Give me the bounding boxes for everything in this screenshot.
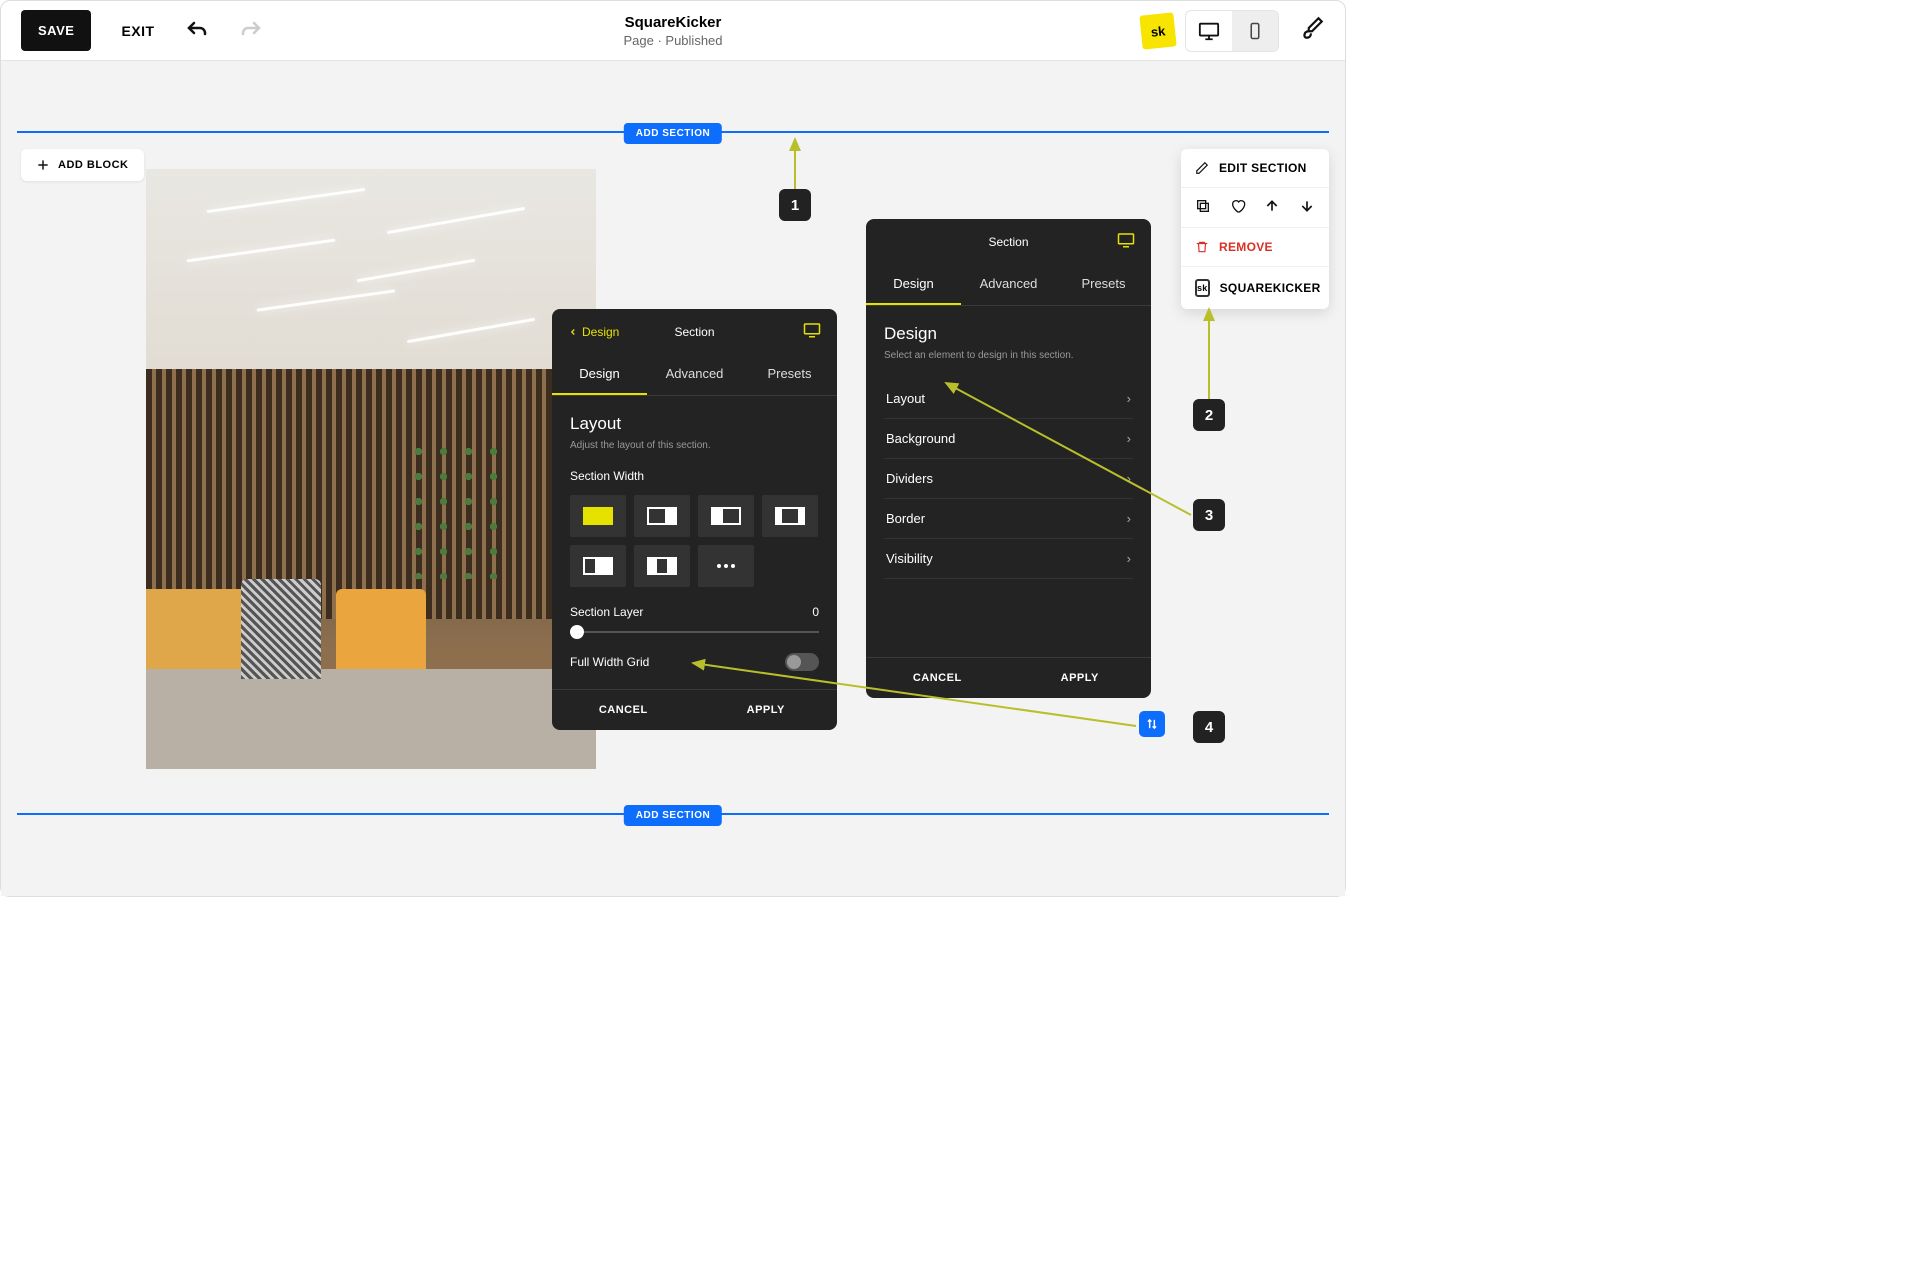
device-toggle [1185,10,1279,52]
edit-section-label: EDIT SECTION [1219,161,1307,175]
layout-panel: Design Section Design Advanced Presets L… [552,309,837,730]
layout-apply-button[interactable]: APPLY [695,690,838,730]
width-option-center[interactable] [762,495,818,537]
width-option-full[interactable] [570,495,626,537]
full-width-grid-row: Full Width Grid [570,653,819,671]
design-apply-button[interactable]: APPLY [1009,658,1152,698]
section-context-menu: EDIT SECTION REMOVE sk SQUAREKICKER [1181,149,1329,309]
add-section-top-button[interactable]: ADD SECTION [624,123,722,144]
full-width-grid-toggle[interactable] [785,653,819,671]
section-layer-value: 0 [812,605,819,619]
page-title: SquareKicker [623,14,722,31]
squarekicker-label: SQUAREKICKER [1220,281,1321,295]
slider-thumb[interactable] [570,625,584,639]
width-option-right[interactable] [698,495,754,537]
layout-panel-title: Section [674,325,714,339]
design-panel-body: Design Select an element to design in th… [866,306,1151,657]
move-down-icon[interactable] [1299,198,1315,217]
section-layer-slider[interactable] [570,631,819,633]
annotation-marker-2: 2 [1193,399,1225,431]
desktop-indicator-icon[interactable] [803,321,821,342]
row-dividers[interactable]: Dividers› [884,459,1133,499]
layout-panel-body: Layout Adjust the layout of this section… [552,396,837,689]
chevron-right-icon: › [1127,551,1131,566]
section-image [146,169,596,769]
annotation-marker-4: 4 [1193,711,1225,743]
design-panel-header: Section [866,219,1151,264]
design-panel-title: Section [988,235,1028,249]
remove-section-button[interactable]: REMOVE [1181,228,1329,267]
section-width-options [570,495,819,587]
section-layer-label: Section Layer [570,605,643,619]
duplicate-icon[interactable] [1195,198,1211,217]
chevron-right-icon: › [1127,511,1131,526]
tab-advanced[interactable]: Advanced [961,264,1056,305]
favorite-icon[interactable] [1230,198,1246,217]
full-width-grid-label: Full Width Grid [570,655,649,669]
right-tools: sk [1141,10,1325,52]
add-block-label: ADD BLOCK [58,159,129,171]
add-block-button[interactable]: ADD BLOCK [21,149,144,181]
save-button[interactable]: SAVE [21,10,91,51]
tab-advanced[interactable]: Advanced [647,354,742,395]
exit-button[interactable]: EXIT [121,23,154,39]
width-option-more[interactable] [698,545,754,587]
layout-panel-tabs: Design Advanced Presets [552,354,837,396]
page-subtitle: Page · Published [623,33,722,48]
page-title-area: SquareKicker Page · Published [623,14,722,48]
remove-label: REMOVE [1219,240,1273,254]
row-background[interactable]: Background› [884,419,1133,459]
squarekicker-button[interactable]: sk SQUAREKICKER [1181,267,1329,309]
mobile-view-button[interactable] [1232,11,1278,51]
context-actions-row [1181,188,1329,228]
tab-presets[interactable]: Presets [1056,264,1151,305]
tab-presets[interactable]: Presets [742,354,837,395]
tab-design[interactable]: Design [866,264,961,305]
layout-panel-header: Design Section [552,309,837,354]
width-option-narrow-left[interactable] [570,545,626,587]
annotation-marker-3: 3 [1193,499,1225,531]
annotation-marker-1: 1 [779,189,811,221]
tab-design[interactable]: Design [552,354,647,395]
row-layout[interactable]: Layout› [884,379,1133,419]
edit-section-button[interactable]: EDIT SECTION [1181,149,1329,188]
reorder-handle-icon[interactable] [1139,711,1165,737]
layout-cancel-button[interactable]: CANCEL [552,690,695,730]
design-panel-footer: CANCEL APPLY [866,657,1151,698]
design-sub: Select an element to design in this sect… [884,350,1133,361]
chevron-right-icon: › [1127,471,1131,486]
row-visibility[interactable]: Visibility› [884,539,1133,579]
section-width-label: Section Width [570,469,819,483]
undo-button[interactable] [185,19,209,43]
add-section-bottom-button[interactable]: ADD SECTION [624,805,722,826]
design-heading: Design [884,324,1133,344]
section-layer-row: Section Layer 0 [570,605,819,619]
row-border[interactable]: Border› [884,499,1133,539]
chevron-right-icon: › [1127,391,1131,406]
layout-sub: Adjust the layout of this section. [570,440,819,451]
layout-breadcrumb-back[interactable]: Design [568,325,619,339]
sk-mini-icon: sk [1195,279,1210,297]
chevron-right-icon: › [1127,431,1131,446]
move-up-icon[interactable] [1264,198,1280,217]
design-panel-tabs: Design Advanced Presets [866,264,1151,306]
squarekicker-logo-icon[interactable]: sk [1139,12,1176,49]
width-option-left[interactable] [634,495,690,537]
width-option-narrow-center[interactable] [634,545,690,587]
styles-brush-icon[interactable] [1299,15,1325,46]
layout-heading: Layout [570,414,819,434]
design-cancel-button[interactable]: CANCEL [866,658,1009,698]
top-toolbar: SAVE EXIT SquareKicker Page · Published … [1,1,1345,61]
redo-button[interactable] [239,19,263,43]
desktop-view-button[interactable] [1186,11,1232,51]
canvas-area: ADD SECTION ADD BLOCK ADD SECTION EDIT S… [1,61,1345,896]
design-panel: Section Design Advanced Presets Design S… [866,219,1151,698]
layout-panel-footer: CANCEL APPLY [552,689,837,730]
desktop-indicator-icon[interactable] [1117,231,1135,252]
